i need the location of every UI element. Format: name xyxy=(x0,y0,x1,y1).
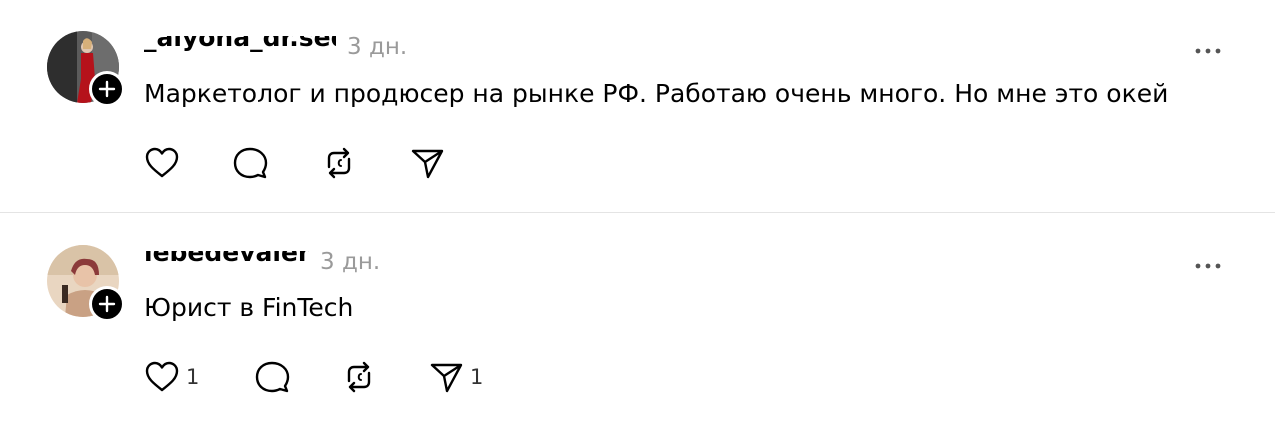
divider xyxy=(0,212,1275,213)
post-time: 3 дн. xyxy=(320,249,381,275)
like-count: 1 xyxy=(186,365,200,389)
comment-bubble-icon xyxy=(233,147,268,179)
share-button[interactable]: 1 xyxy=(428,359,483,395)
reply-button[interactable] xyxy=(232,145,268,181)
send-icon xyxy=(430,363,463,393)
more-horizontal-icon xyxy=(1195,48,1221,54)
repost-icon xyxy=(327,147,351,179)
reply-button[interactable] xyxy=(254,359,290,395)
more-button[interactable] xyxy=(1194,40,1222,54)
repost-icon xyxy=(347,361,371,393)
like-button[interactable]: 1 xyxy=(144,359,199,395)
comment-bubble-icon xyxy=(255,361,290,393)
heart-icon xyxy=(145,361,179,392)
share-button[interactable] xyxy=(409,145,445,181)
more-button[interactable] xyxy=(1194,255,1222,269)
post-text: Маркетолог и продюсер на рынке РФ. Работ… xyxy=(144,79,1169,108)
post: _alyona_dr.sed 3 дн. Маркетолог и продюс… xyxy=(0,0,1275,213)
repost-button[interactable] xyxy=(341,359,377,395)
post-text: Юрист в FinTech xyxy=(144,293,354,322)
username[interactable]: lebedevalena xyxy=(144,251,309,268)
repost-button[interactable] xyxy=(321,145,357,181)
post: lebedevalena 3 дн. Юрист в FinTech 1 xyxy=(0,214,1275,426)
follow-button[interactable] xyxy=(89,286,125,322)
follow-button[interactable] xyxy=(89,71,125,107)
more-horizontal-icon xyxy=(1195,263,1221,269)
username[interactable]: _alyona_dr.sed xyxy=(144,36,336,53)
send-icon xyxy=(411,149,444,179)
like-button[interactable] xyxy=(144,145,180,181)
plus-icon xyxy=(98,80,116,98)
plus-icon xyxy=(98,295,116,313)
share-count: 1 xyxy=(470,365,484,389)
post-time: 3 дн. xyxy=(347,34,408,60)
heart-icon xyxy=(145,147,179,178)
